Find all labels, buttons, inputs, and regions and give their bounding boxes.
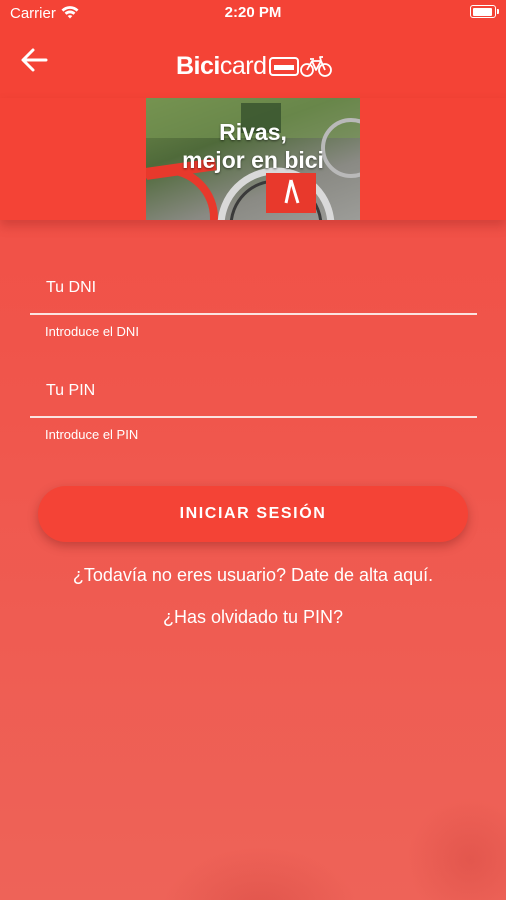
signup-link[interactable]: ¿Todavía no eres usuario? Date de alta a…: [0, 565, 506, 586]
pin-input[interactable]: [30, 366, 477, 416]
banner-headline: Rivas, mejor en bici: [146, 118, 360, 174]
brand-light-text: card: [219, 51, 267, 80]
pin-help-text: Introduce el PIN: [45, 426, 139, 442]
dni-underline: [30, 313, 477, 315]
login-button[interactable]: INICIAR SESIÓN: [38, 486, 468, 542]
bicycle-icon: [299, 56, 332, 77]
dni-input[interactable]: [30, 263, 477, 313]
clock: 2:20 PM: [224, 4, 282, 21]
back-button[interactable]: [14, 42, 54, 78]
brand-bold-text: Bici: [176, 51, 220, 80]
dni-field: Introduce el DNI: [30, 263, 477, 339]
navigation-bar: Bici card: [0, 26, 506, 98]
card-icon: [268, 57, 299, 76]
banner-strip: Rivas, mejor en bici: [0, 98, 506, 220]
arrow-left-icon: [21, 48, 48, 72]
status-bar: Carrier 2:20 PM: [0, 0, 506, 26]
banner-line-1: Rivas,: [219, 119, 287, 145]
dni-help-text: Introduce el DNI: [45, 323, 139, 339]
promo-banner: Rivas, mejor en bici: [146, 98, 360, 220]
forgot-pin-link[interactable]: ¿Has olvidado tu PIN?: [0, 607, 506, 628]
banner-line-2: mejor en bici: [182, 147, 324, 173]
brand-logo: Bici card: [176, 50, 332, 82]
pin-field: Introduce el PIN: [30, 366, 477, 442]
pin-underline: [30, 416, 477, 418]
battery-icon: [470, 5, 499, 18]
